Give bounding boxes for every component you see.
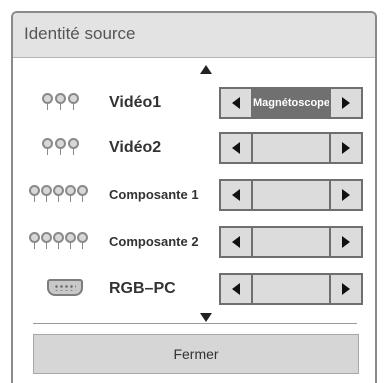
source-row-rgb-pc: RGB–PC [13,269,375,309]
composite-3-plug-icon [42,93,82,115]
source-row-component2: Composante 2 [13,222,375,262]
source-value [253,228,329,256]
rgb-pc-dsub-icon [47,279,83,297]
component-5-plug-icon [29,185,91,207]
dialog-title: Identité source [24,24,136,43]
source-value [253,181,329,209]
source-label: Vidéo1 [109,94,162,111]
title-bar: Identité source [13,13,375,58]
arrow-right-icon[interactable] [329,181,361,209]
arrow-left-icon[interactable] [221,134,253,162]
arrow-left-icon[interactable] [221,181,253,209]
close-button[interactable]: Fermer [33,334,359,374]
arrow-left-icon[interactable] [221,228,253,256]
scroll-up-icon[interactable] [200,65,212,74]
source-label: RGB–PC [109,280,176,297]
composite-3-plug-icon [42,138,82,160]
source-value [253,134,329,162]
source-label: Composante 2 [109,234,199,249]
source-value-selector[interactable] [219,273,363,305]
source-value: Magnétoscope [253,89,329,117]
source-label: Composante 1 [109,187,199,202]
scroll-down-icon[interactable] [200,313,212,322]
source-value-selector[interactable] [219,179,363,211]
arrow-right-icon[interactable] [329,275,361,303]
arrow-right-icon[interactable] [329,228,361,256]
source-row-component1: Composante 1 [13,175,375,215]
arrow-left-icon[interactable] [221,275,253,303]
arrow-right-icon[interactable] [329,134,361,162]
source-value-selector[interactable] [219,132,363,164]
source-identity-dialog: Identité source Vidéo1 Magnétoscope Vidé… [11,11,377,383]
component-5-plug-icon [29,232,91,254]
divider [33,323,357,324]
source-value-selector[interactable] [219,226,363,258]
source-row-video1: Vidéo1 Magnétoscope [13,83,375,123]
source-row-video2: Vidéo2 [13,128,375,168]
source-value [253,275,329,303]
arrow-right-icon[interactable] [329,89,361,117]
source-label: Vidéo2 [109,139,162,156]
arrow-left-icon[interactable] [221,89,253,117]
source-value-selector[interactable]: Magnétoscope [219,87,363,119]
